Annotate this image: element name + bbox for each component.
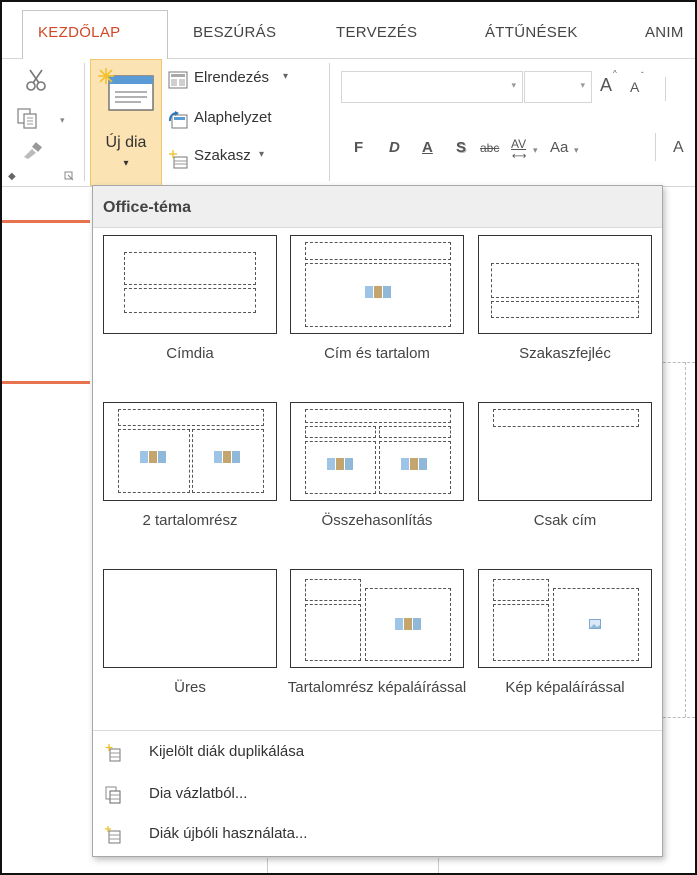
tab-tervezes[interactable]: TERVEZÉS: [336, 24, 417, 41]
grow-font-button[interactable]: A: [600, 75, 612, 96]
layout-thumbnail: [290, 569, 464, 668]
reset-button[interactable]: Alaphelyzet: [168, 109, 318, 135]
strikethrough-button[interactable]: abc: [480, 141, 499, 155]
new-slide-arrow-icon: ▾: [123, 158, 129, 169]
content-icons: [327, 458, 353, 470]
clipboard-dialog-launcher-icon[interactable]: [64, 171, 74, 181]
layout-thumbnail: [290, 235, 464, 334]
layout-label: Cím és tartalom: [324, 345, 430, 362]
menu-item-label: Kijelölt diák duplikálása: [149, 743, 305, 760]
section-label: Szakasz: [194, 147, 251, 164]
font-size-box[interactable]: ▾: [524, 71, 592, 103]
layout-label: Összehasonlítás: [321, 512, 433, 529]
character-spacing-arrows-icon: ⟷: [512, 151, 527, 162]
layout-thumbnail: [478, 569, 652, 668]
copy-icon[interactable]: [16, 107, 40, 129]
bold-button[interactable]: F: [354, 139, 363, 156]
layout-label: Tartalomrész képaláírással: [287, 679, 467, 696]
layout-label: Elrendezés: [194, 69, 270, 86]
layout-thumbnail: [103, 402, 277, 501]
spacing-dropdown-icon[interactable]: ▾: [533, 145, 538, 156]
tab-beszuras[interactable]: BESZÚRÁS: [193, 24, 276, 41]
reuse-slides-icon: [105, 826, 121, 844]
tab-attunesek[interactable]: ÁTTŰNÉSEK: [485, 24, 578, 41]
reset-label: Alaphelyzet: [194, 109, 272, 126]
copy-dropdown-icon[interactable]: ▾: [60, 115, 65, 126]
italic-button[interactable]: D: [389, 139, 400, 156]
layout-label: Kép képaláírással: [505, 679, 625, 696]
new-slide-icon: [98, 68, 154, 111]
tab-animaciok[interactable]: ANIM: [645, 24, 684, 41]
layout-thumbnail: [103, 235, 277, 334]
gallery-header-title: Office-téma: [103, 199, 192, 216]
underline-button[interactable]: A: [422, 139, 433, 156]
grow-font-caret-icon: ^: [613, 69, 617, 78]
layout-label: Címdia: [166, 345, 214, 362]
font-name-box[interactable]: ▾: [341, 71, 523, 103]
ribbon: ▾ ◆ Új dia ▾ Elrendezés ▾ Alaphelyzet Sz…: [2, 59, 695, 186]
font-name-dropdown-icon[interactable]: ▾: [511, 80, 516, 91]
layout-thumbnail: [478, 402, 652, 501]
clipboard-group-edge: ◆: [8, 171, 16, 182]
menu-item-label: Diák újbóli használata...: [149, 825, 308, 842]
content-icons: [401, 458, 427, 470]
layout-label: Üres: [174, 679, 206, 696]
change-case-dropdown-icon[interactable]: ▾: [574, 145, 579, 156]
reset-icon: [168, 111, 188, 129]
slides-from-outline-icon: [105, 786, 121, 804]
layout-label: Csak cím: [533, 512, 597, 529]
content-icons: [140, 451, 166, 463]
layout-label: Szakaszfejléc: [519, 345, 611, 362]
menu-item-duplicate-slides[interactable]: Kijelölt diák duplikálása: [93, 735, 662, 771]
section-icon: [169, 150, 188, 169]
new-slide-label: Új dia: [105, 134, 147, 151]
character-spacing-button[interactable]: AV: [511, 137, 526, 151]
layout-button[interactable]: Elrendezés ▾: [168, 69, 318, 95]
thumbnail-selection-top: [2, 220, 90, 223]
font-size-dropdown-icon[interactable]: ▾: [580, 80, 585, 91]
layout-gallery-dropdown: Office-téma Címdia Cím és tartalom Szaka…: [92, 185, 663, 857]
cut-icon[interactable]: [24, 67, 50, 93]
layout-icon: [168, 71, 188, 89]
new-slide-button[interactable]: Új dia ▾: [90, 59, 162, 186]
layout-thumbnail: [290, 402, 464, 501]
shrink-font-button[interactable]: A: [630, 79, 639, 95]
duplicate-slides-icon: [105, 744, 121, 762]
layout-dropdown-icon: ▾: [283, 71, 289, 82]
change-case-button[interactable]: Aa: [550, 139, 568, 156]
thumbnail-selection-bottom: [2, 381, 90, 384]
window-frame: KEZDŐLAP BESZÚRÁS TERVEZÉS ÁTTŰNÉSEK ANI…: [0, 0, 697, 875]
layout-label: 2 tartalomrész: [142, 512, 238, 529]
layout-thumbnail: [103, 569, 277, 668]
ribbon-tab-strip: KEZDŐLAP BESZÚRÁS TERVEZÉS ÁTTŰNÉSEK ANI…: [2, 2, 695, 60]
tab-kezdolap[interactable]: KEZDŐLAP: [38, 24, 120, 41]
section-button[interactable]: Szakasz ▾: [168, 147, 318, 173]
menu-item-label: Dia vázlatból...: [149, 785, 248, 802]
content-icons: [395, 618, 421, 630]
content-icons: [214, 451, 240, 463]
content-icons: [365, 286, 391, 298]
picture-placeholder-icon: [589, 619, 601, 629]
shadow-button[interactable]: S: [456, 139, 466, 156]
shrink-font-caret-icon: ˇ: [641, 71, 644, 80]
layout-thumbnail: [478, 235, 652, 334]
gallery-header: Office-téma: [93, 186, 662, 228]
menu-item-reuse-slides[interactable]: Diák újbóli használata...: [93, 817, 662, 853]
font-color-button[interactable]: A: [673, 139, 684, 157]
format-painter-icon[interactable]: [20, 141, 44, 161]
menu-item-slides-from-outline[interactable]: Dia vázlatból...: [93, 777, 662, 813]
section-dropdown-icon: ▾: [259, 149, 265, 160]
